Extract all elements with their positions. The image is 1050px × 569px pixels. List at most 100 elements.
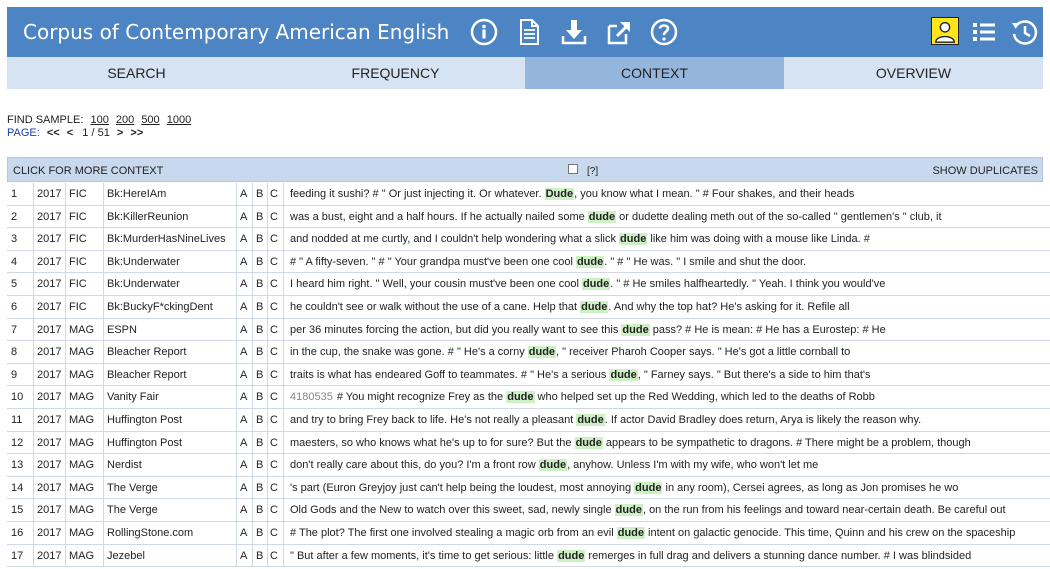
table-row[interactable]: 16 2017 MAG RollingStone.com A B C # The plot? … <box>7 521 1050 545</box>
tab-overview[interactable]: OVERVIEW <box>784 57 1043 89</box>
tab-frequency[interactable]: FREQUENCY <box>266 57 525 89</box>
row-b-link[interactable]: B <box>256 432 263 454</box>
keyword-highlight[interactable]: dude <box>609 368 638 381</box>
table-row[interactable]: 3 2017 FIC Bk:MurderHasNineLives A B Cand nodd… <box>7 228 1050 251</box>
keyword-highlight[interactable]: dude <box>614 504 643 517</box>
history-icon[interactable] <box>1009 17 1039 47</box>
row-source[interactable]: Bk:MurderHasNineLives <box>107 228 226 250</box>
keyword-highlight[interactable]: dude <box>634 481 663 494</box>
row-c-link[interactable]: C <box>270 409 278 431</box>
keyword-highlight[interactable]: dude <box>619 233 648 246</box>
row-a-link[interactable]: A <box>240 319 247 341</box>
table-row[interactable]: 14 2017 MAG The Verge A B C 's part (Euron Grey… <box>7 476 1050 500</box>
row-c-link[interactable]: C <box>270 386 278 408</box>
show-duplicates-button[interactable]: SHOW DUPLICATES <box>932 165 1038 177</box>
row-c-link[interactable]: C <box>270 454 278 476</box>
row-source[interactable]: Bk:BuckyF*ckingDent <box>107 296 213 318</box>
row-b-link[interactable]: B <box>256 183 263 205</box>
row-source[interactable]: RollingStone.com <box>107 522 193 544</box>
table-row[interactable]: 7 2017 MAG ESPN A B Cper 36 minutes forcing th… <box>7 318 1050 342</box>
row-source[interactable]: Bk:KillerReunion <box>107 206 188 228</box>
row-a-link[interactable]: A <box>240 364 247 386</box>
row-a-link[interactable]: A <box>240 545 247 567</box>
sample-option-500[interactable]: 500 <box>141 114 159 126</box>
keyword-highlight[interactable]: dude <box>616 526 645 539</box>
row-a-link[interactable]: A <box>240 296 247 318</box>
user-icon[interactable] <box>931 17 959 45</box>
row-c-link[interactable]: C <box>270 364 278 386</box>
row-context-text[interactable]: and nodded at me curtly, and I couldn't … <box>290 228 870 250</box>
row-b-link[interactable]: B <box>256 319 263 341</box>
table-row[interactable]: 6 2017 FIC Bk:BuckyF*ckingDent A B Che couldn'… <box>7 295 1050 319</box>
row-context-text[interactable]: and try to bring Frey back to life. He's… <box>290 409 921 431</box>
row-b-link[interactable]: B <box>256 296 263 318</box>
info-icon[interactable] <box>469 17 499 47</box>
row-c-link[interactable]: C <box>270 183 278 205</box>
last-page-button[interactable]: >> <box>130 127 143 139</box>
row-a-link[interactable]: A <box>240 206 247 228</box>
row-b-link[interactable]: B <box>256 477 263 499</box>
row-a-link[interactable]: A <box>240 228 247 250</box>
row-source[interactable]: Bk:Underwater <box>107 273 180 295</box>
row-b-link[interactable]: B <box>256 341 263 363</box>
export-icon[interactable] <box>604 17 634 47</box>
row-c-link[interactable]: C <box>270 432 278 454</box>
row-source[interactable]: Nerdist <box>107 454 142 476</box>
list-icon[interactable] <box>969 17 999 47</box>
row-b-link[interactable]: B <box>256 273 263 295</box>
keyword-highlight[interactable]: dude <box>538 459 568 472</box>
row-source[interactable]: ESPN <box>107 319 137 341</box>
keyword-highlight[interactable]: dude <box>587 210 617 223</box>
row-source[interactable]: Vanity Fair <box>107 386 159 408</box>
next-page-button[interactable]: > <box>117 127 123 139</box>
download-icon[interactable] <box>559 17 589 47</box>
table-row[interactable]: 9 2017 MAG Bleacher Report A B Ctraits is what… <box>7 363 1050 387</box>
row-c-link[interactable]: C <box>270 206 278 228</box>
first-page-button[interactable]: << <box>47 127 60 139</box>
row-context-text[interactable]: Old Gods and the New to watch over this … <box>290 499 1006 521</box>
row-b-link[interactable]: B <box>256 545 263 567</box>
help-link[interactable]: [?] <box>587 166 598 177</box>
row-a-link[interactable]: A <box>240 454 247 476</box>
row-c-link[interactable]: C <box>270 341 278 363</box>
row-b-link[interactable]: B <box>256 364 263 386</box>
row-context-text[interactable]: traits is what has endeared Goff to team… <box>290 364 870 386</box>
row-source[interactable]: Bk:Underwater <box>107 251 180 273</box>
row-a-link[interactable]: A <box>240 499 247 521</box>
tab-context[interactable]: CONTEXT <box>525 57 784 89</box>
row-a-link[interactable]: A <box>240 522 247 544</box>
row-a-link[interactable]: A <box>240 432 247 454</box>
row-c-link[interactable]: C <box>270 319 278 341</box>
select-all-checkbox[interactable] <box>568 164 578 174</box>
row-context-text[interactable]: # The plot? The first one involved steal… <box>290 522 1015 544</box>
table-row[interactable]: 1 2017 FIC Bk:HereIAm A B Cfeeding it sushi? #… <box>7 183 1050 206</box>
row-b-link[interactable]: B <box>256 409 263 431</box>
row-a-link[interactable]: A <box>240 273 247 295</box>
row-context-text[interactable]: feeding it sushi? # " Or just injecting … <box>290 183 854 205</box>
table-row[interactable]: 11 2017 MAG Huffington Post A B Cand try to br… <box>7 408 1050 432</box>
row-context-text[interactable]: 4180535 # You might recognize Frey as the… <box>290 386 875 408</box>
sample-option-1000[interactable]: 1000 <box>167 114 191 126</box>
row-a-link[interactable]: A <box>240 409 247 431</box>
row-b-link[interactable]: B <box>256 206 263 228</box>
table-row[interactable]: 15 2017 MAG The Verge A B C Old Gods and the Ne… <box>7 499 1050 522</box>
table-row[interactable]: 4 2017 FIC Bk:Underwater A B C # " A fifty-seve… <box>7 250 1050 274</box>
row-b-link[interactable]: B <box>256 522 263 544</box>
row-b-link[interactable]: B <box>256 386 263 408</box>
row-a-link[interactable]: A <box>240 386 247 408</box>
sample-option-200[interactable]: 200 <box>116 114 134 126</box>
keyword-highlight[interactable]: dude <box>581 278 611 291</box>
row-source[interactable]: Bleacher Report <box>107 341 187 363</box>
row-context-text[interactable]: maesters, so who knows what he's up to f… <box>290 432 971 454</box>
keyword-highlight[interactable]: dude <box>621 323 650 336</box>
row-source[interactable]: Bk:HereIAm <box>107 183 166 205</box>
row-context-text[interactable]: 's part (Euron Greyjoy just can't help b… <box>290 477 958 499</box>
row-c-link[interactable]: C <box>270 545 278 567</box>
row-context-text[interactable]: I heard him right. " Well, your cousin m… <box>290 273 885 295</box>
row-c-link[interactable]: C <box>270 228 278 250</box>
table-row[interactable]: 17 2017 MAG Jezebel A B C " But after a few mom… <box>7 544 1050 568</box>
row-b-link[interactable]: B <box>256 454 263 476</box>
table-row[interactable]: 12 2017 MAG Huffington Post A B Cmaesters, so … <box>7 431 1050 455</box>
row-b-link[interactable]: B <box>256 228 263 250</box>
row-c-link[interactable]: C <box>270 477 278 499</box>
